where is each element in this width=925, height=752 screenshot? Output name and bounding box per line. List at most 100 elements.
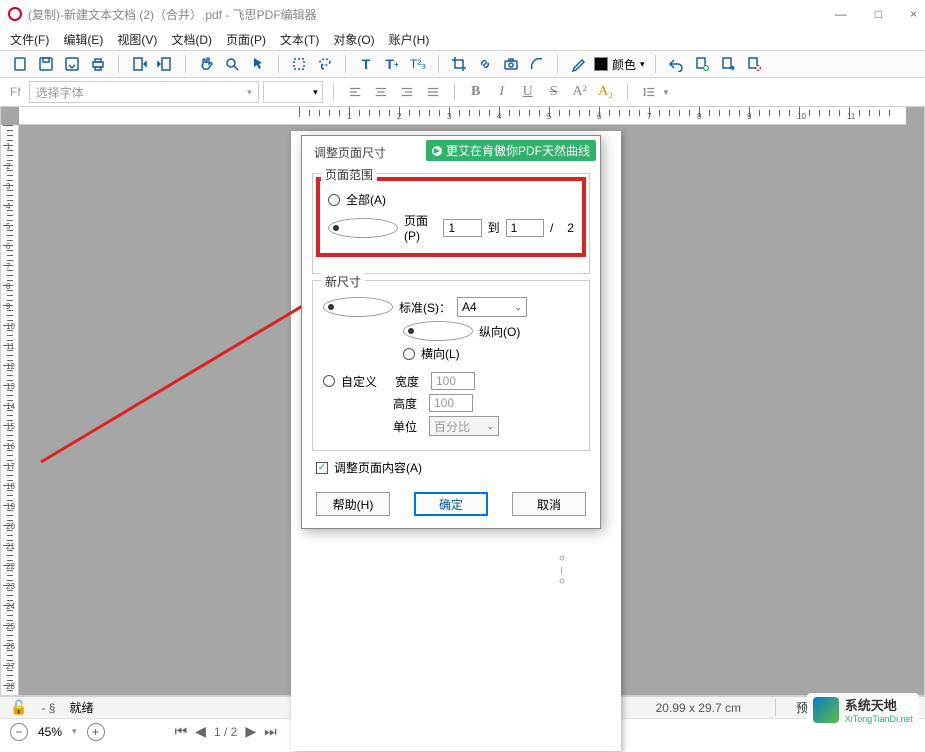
ruler-horizontal: 1234567891011 — [19, 107, 906, 125]
menu-view[interactable]: 视图(V) — [117, 31, 157, 48]
italic-button[interactable]: I — [491, 81, 513, 103]
cancel-button[interactable]: 取消 — [512, 492, 586, 516]
zoom-in-button[interactable]: + — [87, 723, 105, 741]
undo-icon[interactable] — [666, 54, 686, 74]
minimize-button[interactable]: — — [835, 7, 847, 21]
underline-button[interactable]: U — [517, 81, 539, 103]
radio-landscape[interactable] — [403, 348, 415, 360]
menu-page[interactable]: 页面(P) — [226, 31, 266, 48]
page-range-legend: 页面范围 — [321, 166, 377, 183]
pager-last[interactable]: ⏭ — [264, 723, 277, 740]
label-portrait: 纵向(O) — [479, 323, 520, 340]
bold-button[interactable]: B — [465, 81, 487, 103]
font-family-select[interactable]: 选择字体 ▾ — [29, 81, 259, 103]
watermark: 系统天地 XiTongTianDi.net — [807, 693, 919, 726]
page-add-icon[interactable] — [692, 54, 712, 74]
label-pages: 页面(P) — [404, 212, 437, 243]
lock-aspect-icon[interactable]: ⚬⎯⚬ — [555, 551, 571, 590]
camera-icon[interactable] — [501, 54, 521, 74]
color-picker[interactable]: 颜色 ▾ — [594, 56, 645, 73]
zoom-level[interactable]: 45% — [38, 725, 62, 739]
line-spacing-icon[interactable] — [638, 81, 660, 103]
zoom-icon[interactable] — [222, 54, 242, 74]
save-icon[interactable] — [36, 54, 56, 74]
subscript-button[interactable]: A₂ — [595, 81, 617, 103]
adjust-content-label: 调整页面内容(A) — [334, 459, 422, 476]
hand-icon[interactable] — [196, 54, 216, 74]
pager-first[interactable]: ⏮ — [175, 723, 188, 740]
font-placeholder: 选择字体 — [36, 84, 84, 101]
align-left-icon[interactable] — [344, 81, 366, 103]
highlighted-box: 全部(A) 页面(P) 1 到 1 / 2 — [316, 177, 586, 257]
adjust-content-checkbox[interactable]: ✓ — [316, 462, 328, 474]
height-input[interactable]: 100 — [429, 394, 473, 412]
menu-document[interactable]: 文档(D) — [171, 31, 212, 48]
lasso-icon[interactable] — [315, 54, 335, 74]
radio-portrait[interactable] — [403, 321, 473, 341]
titlebar: (复制)-新建文本文档 (2)（合并）.pdf - 飞思PDF编辑器 — □ × — [0, 0, 925, 28]
new-size-fieldset: 新尺寸 标准(S)： A4⌄ 纵向(O) 横向(L) 自定义 宽度 100 — [312, 280, 590, 451]
height-label: 高度 — [393, 395, 423, 412]
watermark-logo-icon — [813, 697, 839, 723]
status-flag: - § — [41, 701, 55, 715]
new-icon[interactable] — [10, 54, 30, 74]
page-to-input[interactable]: 1 — [506, 219, 544, 237]
unit-select[interactable]: 百分比⌄ — [429, 416, 499, 436]
align-justify-icon[interactable] — [422, 81, 444, 103]
radio-standard[interactable] — [323, 297, 393, 317]
page-dimensions: 20.99 x 29.7 cm — [636, 701, 761, 715]
color-label: 颜色 — [612, 56, 636, 73]
menu-text[interactable]: 文本(T) — [280, 31, 319, 48]
app-icon — [8, 7, 22, 21]
radio-pages[interactable] — [328, 218, 398, 238]
print-icon[interactable] — [88, 54, 108, 74]
window-title: (复制)-新建文本文档 (2)（合并）.pdf - 飞思PDF编辑器 — [28, 6, 317, 23]
font-size-select[interactable]: ▾ — [263, 81, 323, 103]
width-input[interactable]: 100 — [431, 372, 475, 390]
menu-account[interactable]: 账户(H) — [389, 31, 430, 48]
preset-select[interactable]: A4⌄ — [457, 297, 527, 317]
text-edit-icon[interactable]: T²₃ — [408, 54, 428, 74]
menu-object[interactable]: 对象(O) — [333, 31, 374, 48]
page-remove-icon[interactable] — [744, 54, 764, 74]
document-area: 1234567891011 12345678910111213141516171… — [0, 106, 925, 696]
help-button[interactable]: 帮助(H) — [316, 492, 390, 516]
crop-icon[interactable] — [449, 54, 469, 74]
zoom-out-button[interactable]: − — [10, 723, 28, 741]
pager-current[interactable]: 1 / 2 — [214, 725, 237, 739]
format-toolbar: Ff 选择字体 ▾ ▾ B I U S A² A₂ ▾ — [0, 78, 925, 106]
page-prev-icon[interactable] — [129, 54, 149, 74]
text-add-icon[interactable]: T+ — [382, 54, 402, 74]
align-right-icon[interactable] — [396, 81, 418, 103]
strikethrough-button[interactable]: S — [543, 81, 565, 103]
radio-custom[interactable] — [323, 375, 335, 387]
pointer-icon[interactable] — [248, 54, 268, 74]
eyedropper-icon[interactable] — [568, 54, 588, 74]
page-from-input[interactable]: 1 — [443, 219, 481, 237]
close-button[interactable]: × — [910, 7, 917, 21]
label-all: 全部(A) — [346, 191, 386, 208]
arc-icon[interactable] — [527, 54, 547, 74]
superscript-button[interactable]: A² — [569, 81, 591, 103]
ok-button[interactable]: 确定 — [414, 492, 488, 516]
menu-edit[interactable]: 编辑(E) — [63, 31, 103, 48]
maximize-button[interactable]: □ — [875, 7, 882, 21]
unit-label: 单位 — [393, 418, 423, 435]
new-size-legend: 新尺寸 — [321, 273, 365, 290]
menu-file[interactable]: 文件(F) — [10, 31, 49, 48]
align-center-icon[interactable] — [370, 81, 392, 103]
main-toolbar: T T+ T²₃ 颜色 ▾ — [0, 50, 925, 78]
pager-next[interactable]: ▶ — [245, 723, 256, 740]
radio-all[interactable] — [328, 194, 340, 206]
page-up-icon[interactable] — [718, 54, 738, 74]
pager-prev[interactable]: ◀ — [195, 723, 206, 740]
save-as-icon[interactable] — [62, 54, 82, 74]
resize-page-dialog: ▶ 更艾在肯傲你PDF天然曲线 调整页面尺寸 页面范围 全部(A) 页面(P) … — [301, 135, 601, 529]
rect-select-icon[interactable] — [289, 54, 309, 74]
lock-icon[interactable]: 🔓 — [10, 699, 27, 716]
page-next-icon[interactable] — [155, 54, 175, 74]
text-icon[interactable]: T — [356, 54, 376, 74]
watermark-title: 系统天地 — [845, 695, 913, 714]
total-pages: 2 — [567, 221, 574, 235]
link-icon[interactable] — [475, 54, 495, 74]
